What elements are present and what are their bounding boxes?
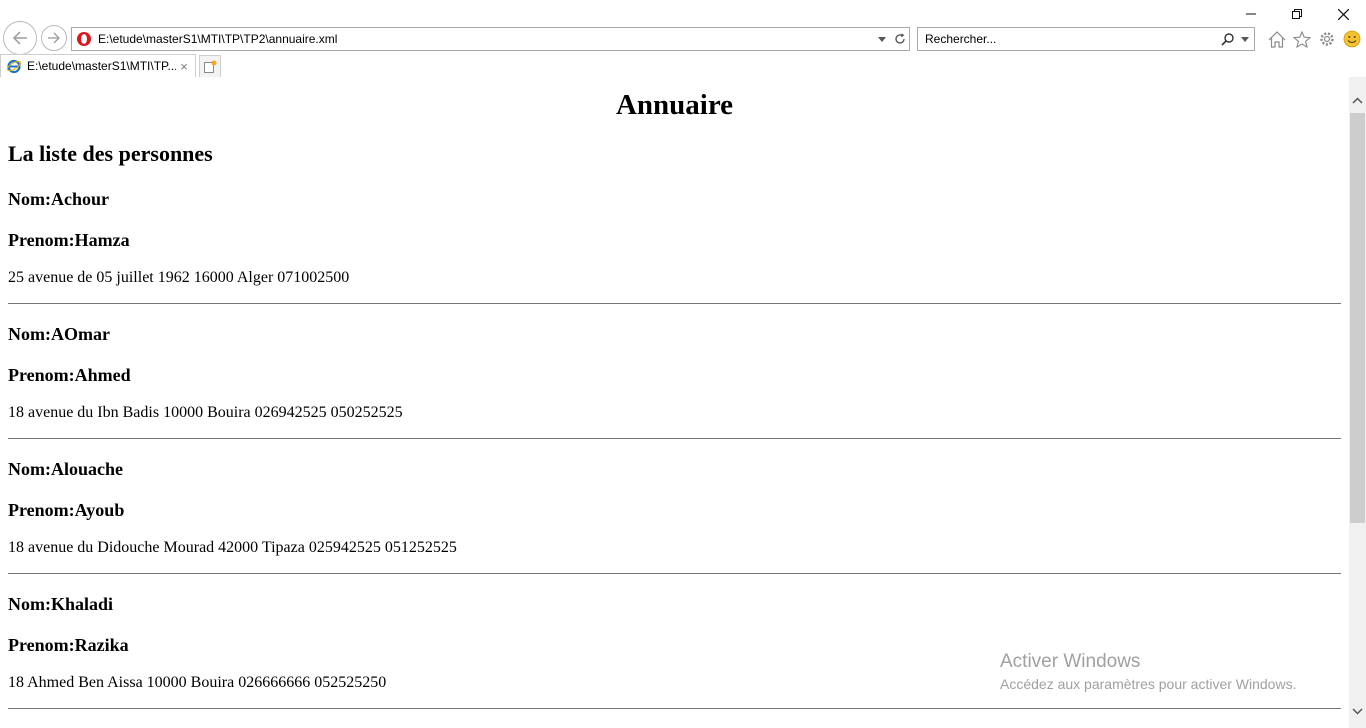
refresh-icon bbox=[895, 33, 905, 44]
feedback-button[interactable] bbox=[1341, 28, 1362, 50]
gear-icon bbox=[1319, 32, 1334, 46]
person-entry: Nom:Alouache Prenom:Ayoub 18 avenue du D… bbox=[8, 458, 1341, 574]
forward-arrow-icon bbox=[48, 32, 60, 44]
person-entry: Nom:AOmar Prenom:Ahmed 18 avenue du Ibn … bbox=[8, 323, 1341, 439]
new-tab-button[interactable] bbox=[199, 55, 221, 77]
tab-annuaire[interactable]: E:\etude\masterS1\MTI\TP... × bbox=[0, 54, 196, 77]
person-address: 18 avenue du Ibn Badis 10000 Bouira 0269… bbox=[8, 404, 403, 421]
close-icon bbox=[1337, 8, 1349, 20]
search-icon bbox=[1220, 32, 1234, 46]
person-address: 25 avenue de 05 juillet 1962 16000 Alger… bbox=[8, 269, 350, 286]
search-dropdown-button[interactable] bbox=[1236, 29, 1254, 49]
restore-icon bbox=[1292, 9, 1302, 19]
scrollbar-thumb[interactable] bbox=[1350, 113, 1365, 523]
page-content: Annuaire La liste des personnes Nom:Acho… bbox=[0, 77, 1349, 728]
minimize-button[interactable] bbox=[1228, 0, 1274, 28]
refresh-button[interactable] bbox=[891, 29, 909, 49]
person-nom: Nom:Alouache bbox=[8, 459, 123, 479]
chevron-down-icon bbox=[1241, 36, 1249, 42]
person-prenom: Prenom:Ahmed bbox=[8, 365, 131, 385]
new-tab-icon bbox=[204, 60, 217, 73]
back-button[interactable] bbox=[3, 21, 37, 55]
address-text[interactable]: E:\etude\masterS1\MTI\TP\TP2\annuaire.xm… bbox=[98, 32, 873, 46]
person-nom: Nom:Achour bbox=[8, 189, 109, 209]
opera-site-icon bbox=[77, 32, 91, 46]
favorites-button[interactable] bbox=[1291, 28, 1312, 50]
close-window-button[interactable] bbox=[1320, 0, 1366, 28]
star-icon bbox=[1292, 30, 1311, 48]
home-button[interactable] bbox=[1266, 28, 1287, 50]
address-dropdown-button[interactable] bbox=[873, 29, 891, 49]
home-icon bbox=[1268, 30, 1285, 48]
ie-icon bbox=[6, 59, 22, 74]
person-prenom: Prenom:Ayoub bbox=[8, 500, 125, 520]
list-title: La liste des personnes bbox=[8, 141, 213, 166]
browser-chrome: E:\etude\masterS1\MTI\TP\TP2\annuaire.xm… bbox=[0, 0, 1366, 77]
watermark-title: Activer Windows bbox=[1000, 651, 1141, 672]
person-prenom: Prenom:Hamza bbox=[8, 230, 130, 250]
search-button[interactable] bbox=[1218, 29, 1236, 49]
tab-label: E:\etude\masterS1\MTI\TP... bbox=[27, 59, 176, 73]
scroll-down-button[interactable] bbox=[1349, 694, 1366, 728]
page-title: Annuaire bbox=[615, 89, 734, 121]
tab-close-button[interactable]: × bbox=[176, 59, 192, 74]
smiley-icon bbox=[1343, 30, 1360, 48]
window-controls bbox=[1228, 0, 1366, 28]
vertical-scrollbar[interactable] bbox=[1349, 77, 1366, 728]
chevron-down-icon bbox=[1352, 707, 1363, 715]
person-nom: Nom:Khaladi bbox=[8, 594, 114, 614]
toolbar-icons bbox=[1266, 28, 1362, 50]
minimize-icon bbox=[1246, 13, 1256, 15]
separator bbox=[8, 708, 1341, 709]
separator bbox=[8, 438, 1341, 439]
restore-button[interactable] bbox=[1274, 0, 1320, 28]
chevron-down-icon bbox=[878, 36, 886, 42]
separator bbox=[8, 303, 1341, 304]
search-bar[interactable]: Rechercher... bbox=[917, 27, 1255, 51]
forward-button[interactable] bbox=[41, 25, 67, 51]
address-bar[interactable]: E:\etude\masterS1\MTI\TP\TP2\annuaire.xm… bbox=[71, 27, 910, 51]
settings-button[interactable] bbox=[1316, 28, 1337, 50]
scroll-up-button[interactable] bbox=[1349, 83, 1366, 117]
windows-activation-watermark: Activer Windows Accédez aux paramètres p… bbox=[1000, 650, 1296, 693]
person-entry: Nom:Achour Prenom:Hamza 25 avenue de 05 … bbox=[8, 188, 1341, 304]
separator bbox=[8, 573, 1341, 574]
chevron-up-icon bbox=[1352, 96, 1363, 104]
search-input[interactable]: Rechercher... bbox=[918, 32, 1218, 46]
person-nom: Nom:AOmar bbox=[8, 324, 110, 344]
back-arrow-icon bbox=[12, 31, 27, 45]
person-address: 18 avenue du Didouche Mourad 42000 Tipaz… bbox=[8, 539, 457, 556]
watermark-subtitle: Accédez aux paramètres pour activer Wind… bbox=[1000, 676, 1297, 692]
